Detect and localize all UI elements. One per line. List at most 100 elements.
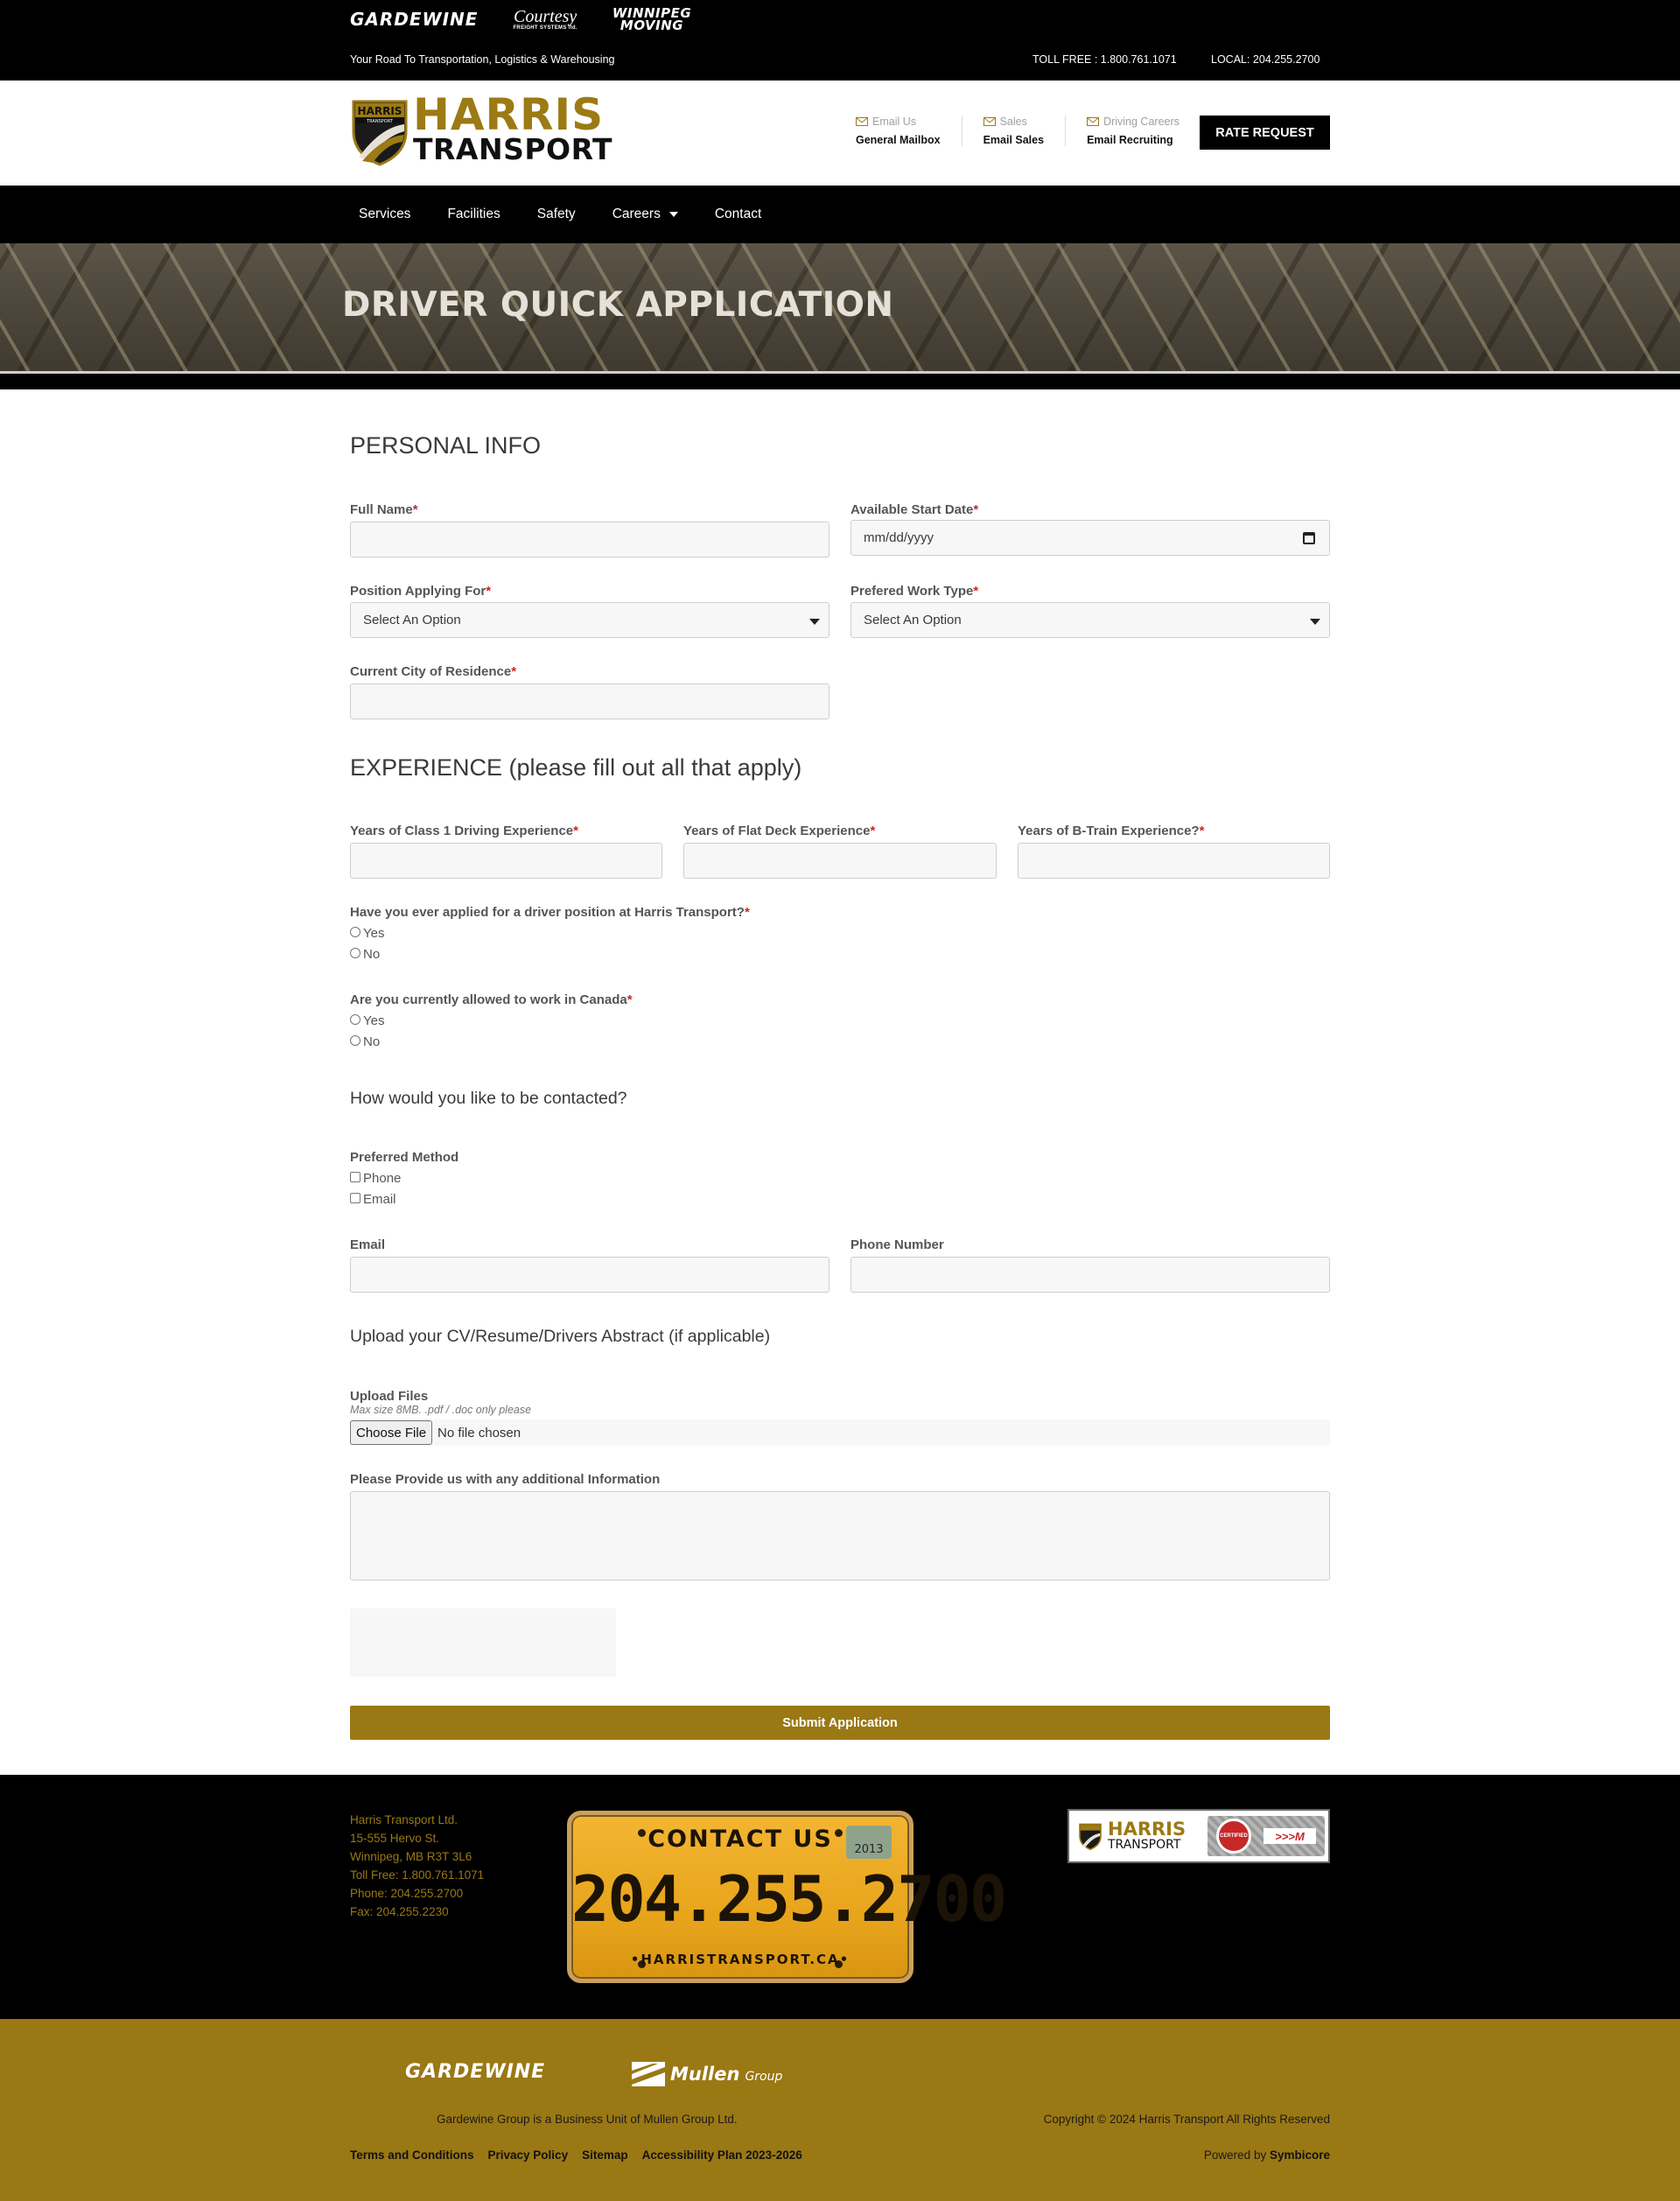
class1-label: Years of Class 1 Driving Experience* [350,824,578,838]
sitemap-link[interactable]: Sitemap [582,2148,628,2162]
experience-heading: EXPERIENCE (please fill out all that app… [350,754,802,781]
address-line[interactable]: Phone: 204.255.2700 [350,1884,484,1903]
harris-logo[interactable]: HARRIS TRANSPORT HARRIS TRANSPORT [350,93,613,166]
toll-free-number[interactable]: TOLL FREE : 1.800.761.1071 [1032,53,1177,66]
radio-button[interactable] [350,947,360,958]
envelope-icon [1087,117,1100,126]
allowed-no-option[interactable]: No [350,1034,380,1049]
calendar-icon[interactable] [1303,532,1315,544]
radio-button[interactable] [350,1034,360,1046]
radio-button[interactable] [350,926,360,937]
applied-before-label: Have you ever applied for a driver posit… [350,905,750,920]
gardewine-logo[interactable]: GARDEWINE [350,9,478,30]
contact-label: Driving Careers [1103,116,1180,128]
address-line: Winnipeg, MB R3T 3L6 [350,1850,472,1863]
privacy-link[interactable]: Privacy Policy [488,2148,569,2162]
phone-field[interactable] [850,1257,1330,1293]
start-date-label: Available Start Date* [850,502,979,517]
nav-item-careers[interactable]: Careers [604,207,687,222]
contact-value: Email Sales [983,134,1045,146]
certified-badge: CERTIFIED >>>M [1208,1816,1325,1856]
allowed-work-label: Are you currently allowed to work in Can… [350,992,633,1007]
upload-heading: Upload your CV/Resume/Drivers Abstract (… [350,1327,771,1346]
local-number[interactable]: LOCAL: 204.255.2700 [1211,53,1320,66]
address-line: 15-555 Hervo St. [350,1832,440,1845]
symbicore-link[interactable]: Symbicore [1270,2148,1330,2162]
email-field[interactable] [350,1257,830,1293]
address-line[interactable]: Toll Free: 1.800.761.1071 [350,1866,484,1884]
work-type-select[interactable]: Select An Option [850,602,1330,638]
terms-link[interactable]: Terms and Conditions [350,2148,474,2162]
captcha-placeholder[interactable] [350,1609,616,1677]
work-type-select-value: Select An Option [864,613,962,627]
nav-label: Safety [536,207,576,221]
powered-by: Powered by Symbicore [1203,2148,1330,2162]
nav-item-facilities[interactable]: Facilities [438,207,508,222]
contact-sales[interactable]: Sales Email Sales [961,116,1066,146]
gardewine-footer-logo[interactable]: GARDEWINE [405,2061,545,2083]
contact-driving-careers[interactable]: Driving Careers Email Recruiting [1065,116,1200,146]
contact-method-heading: How would you like to be contacted? [350,1089,627,1108]
courtesy-logo[interactable]: Courtesy FREIGHT SYSTEMS ltd. [513,8,577,31]
date-placeholder: mm/dd/yyyy [864,530,934,545]
brand-logos: GARDEWINE Courtesy FREIGHT SYSTEMS ltd. … [350,7,691,32]
choose-file-button[interactable]: Choose File [350,1420,433,1445]
nav-label: Facilities [447,207,500,221]
email-option[interactable]: Email [350,1192,396,1207]
position-label: Position Applying For* [350,584,492,599]
nav-label: Contact [714,207,762,221]
business-unit-text: Gardewine Group is a Business Unit of Mu… [437,2113,738,2126]
start-date-input[interactable]: mm/dd/yyyy [850,520,1330,556]
copyright-text: Copyright © 2024 Harris Transport All Ri… [1043,2113,1330,2126]
position-select[interactable]: Select An Option [350,602,830,638]
rate-request-button[interactable]: RATE REQUEST [1200,116,1330,150]
address-line: Fax: 204.255.2230 [350,1905,449,1918]
footer-links: Terms and Conditions Privacy Policy Site… [350,2148,802,2162]
submit-application-button[interactable]: Submit Application [350,1706,1330,1740]
contact-email-us[interactable]: Email Us General Mailbox [840,116,962,146]
accessibility-link[interactable]: Accessibility Plan 2023-2026 [642,2148,802,2162]
allowed-yes-option[interactable]: Yes [350,1013,384,1028]
contact-value: Email Recruiting [1087,134,1173,146]
nav-item-safety[interactable]: Safety [528,207,584,222]
bottom-bar [0,2019,1680,2201]
applied-no-option[interactable]: No [350,947,380,962]
checkbox[interactable] [350,1192,360,1203]
cert-harris-text: HARRIS [1108,1819,1186,1840]
plate-phone-number: 204.255.2700 [571,1862,1007,1936]
logo-transport-text: TRANSPORT [413,132,613,166]
nav-item-services[interactable]: Services [350,207,419,222]
winnipeg-moving-logo[interactable]: WINNIPEG MOVING [612,7,691,32]
applied-yes-option[interactable]: Yes [350,926,384,941]
nav-item-contact[interactable]: Contact [706,207,770,222]
phone-option[interactable]: Phone [350,1171,401,1186]
harris-shield-icon: HARRIS TRANSPORT [352,100,408,166]
envelope-icon [983,117,996,126]
mullen-group-logo[interactable]: Mullen Group [632,2062,782,2086]
contact-license-plate[interactable]: CONTACT US 2013 204.255.2700 •HARRISTRAN… [567,1811,1007,1983]
harris-shield-icon [1079,1823,1102,1850]
no-file-text: No file chosen [438,1425,522,1440]
nav-label: Services [359,207,411,221]
chevron-down-icon [1310,619,1320,625]
main-nav: Services Facilities Safety Careers Conta… [0,186,1680,243]
additional-info-textarea[interactable] [350,1491,1330,1581]
top-bar: GARDEWINE Courtesy FREIGHT SYSTEMS ltd. … [0,0,1680,81]
courtesy-logo-text: Courtesy [514,7,578,26]
page-title: DRIVER QUICK APPLICATION [342,285,894,325]
address-line: Harris Transport Ltd. [350,1813,458,1826]
preferred-method-label: Preferred Method [350,1150,459,1165]
city-input[interactable] [350,683,830,719]
plate-sticker: 2013 [846,1826,892,1859]
full-name-label: Full Name* [350,502,418,517]
checkbox[interactable] [350,1171,360,1182]
full-name-input[interactable] [350,522,830,557]
shield-subtext: TRANSPORT [366,119,394,124]
personal-info-heading: PERSONAL INFO [350,432,542,459]
upload-files-label: Upload Files [350,1389,429,1404]
class1-input[interactable] [350,843,662,879]
btrain-input[interactable] [1018,843,1330,879]
flatdeck-input[interactable] [683,843,997,879]
mullen-text: Mullen [670,2064,740,2085]
radio-button[interactable] [350,1013,360,1025]
